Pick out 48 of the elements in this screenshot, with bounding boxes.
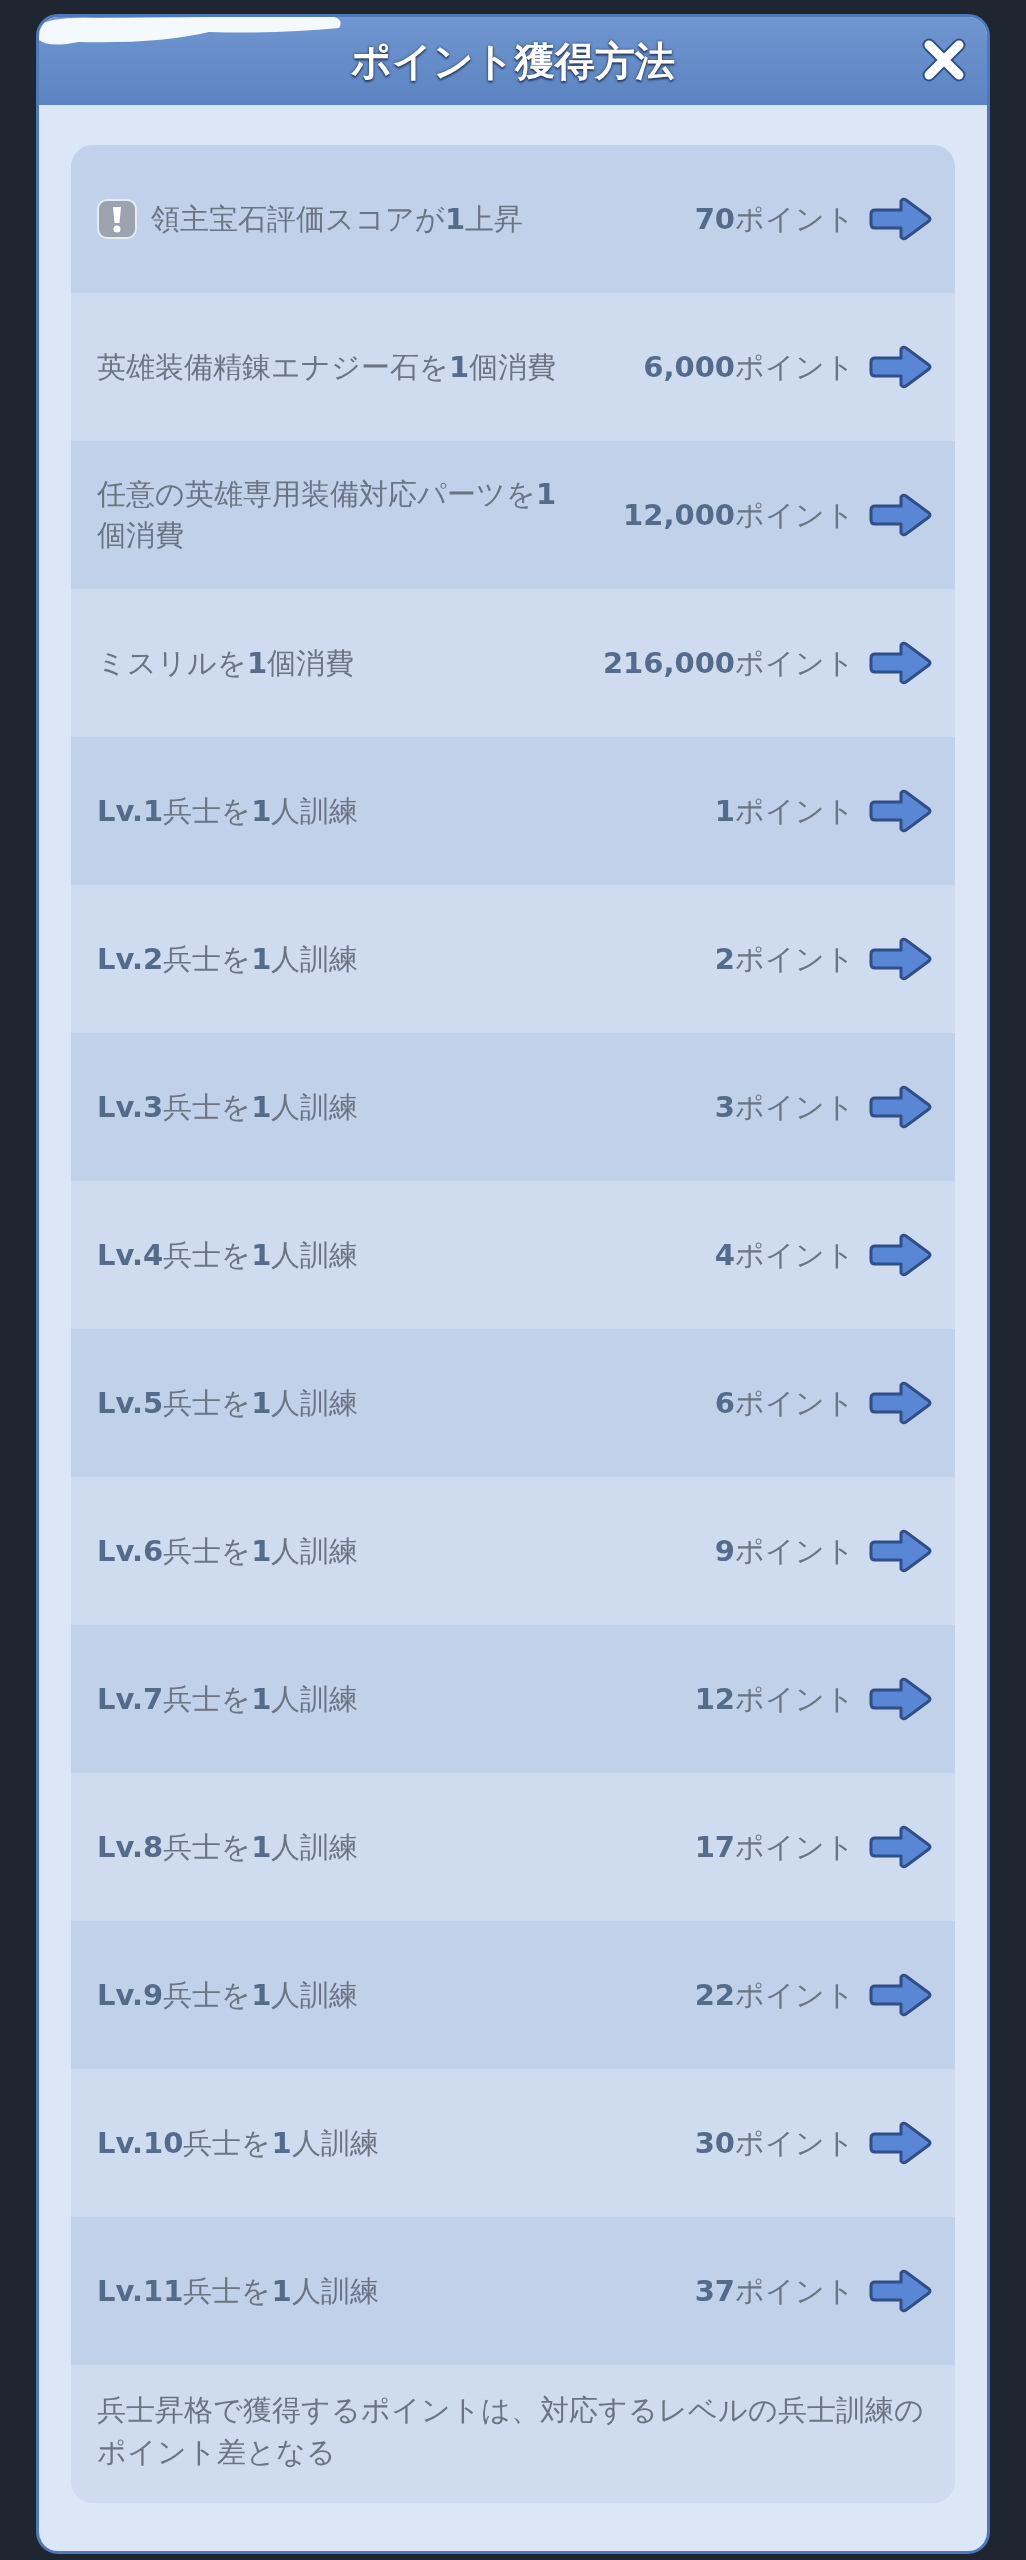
points-text: 216,000ポイント	[601, 644, 855, 682]
task-text: Lv.5兵士を1人訓練	[97, 1384, 360, 1422]
arrow-button[interactable]	[869, 1084, 933, 1130]
points-text: 37ポイント	[693, 2272, 855, 2310]
points-text: 6,000ポイント	[642, 348, 855, 386]
arrow-button[interactable]	[869, 1380, 933, 1426]
task-text: Lv.9兵士を1人訓練	[97, 1976, 360, 2014]
task-text: Lv.2兵士を1人訓練	[97, 940, 360, 978]
points-text: 12,000ポイント	[622, 496, 855, 534]
exclamation-icon	[97, 199, 137, 239]
points-text: 30ポイント	[693, 2124, 855, 2162]
task-text: Lv.4兵士を1人訓練	[97, 1236, 360, 1274]
arrow-button[interactable]	[869, 1676, 933, 1722]
task-text: 領主宝石評価スコアが1上昇	[151, 200, 525, 238]
task-text: Lv.6兵士を1人訓練	[97, 1532, 360, 1570]
points-text: 2ポイント	[713, 940, 855, 978]
dialog-title: ポイント獲得方法	[351, 37, 675, 86]
points-text: 6ポイント	[713, 1384, 855, 1422]
points-text: 1ポイント	[713, 792, 855, 830]
arrow-button[interactable]	[869, 788, 933, 834]
arrow-button[interactable]	[869, 1232, 933, 1278]
task-text: ミスリルを1個消費	[97, 644, 356, 682]
points-text: 17ポイント	[693, 1828, 855, 1866]
arrow-button[interactable]	[869, 1528, 933, 1574]
points-text: 4ポイント	[713, 1236, 855, 1274]
arrow-button[interactable]	[869, 492, 933, 538]
task-text: Lv.8兵士を1人訓練	[97, 1828, 360, 1866]
arrow-button[interactable]	[869, 1972, 933, 2018]
arrow-button[interactable]	[869, 936, 933, 982]
arrow-button[interactable]	[869, 1824, 933, 1870]
task-text: Lv.1兵士を1人訓練	[97, 792, 360, 830]
task-text: 任意の英雄専用装備対応パーツを1個消費	[97, 476, 558, 554]
points-text: 70ポイント	[693, 200, 855, 238]
task-text: 英雄装備精錬エナジー石を1個消費	[97, 348, 558, 386]
points-text: 22ポイント	[693, 1976, 855, 2014]
arrow-button[interactable]	[869, 196, 933, 242]
points-text: 9ポイント	[713, 1532, 855, 1570]
task-text: Lv.11兵士を1人訓練	[97, 2272, 380, 2310]
arrow-button[interactable]	[869, 2268, 933, 2314]
task-text: Lv.3兵士を1人訓練	[97, 1088, 360, 1126]
footnote-text: 兵士昇格で獲得するポイントは、対応するレベルの兵士訓練のポイント差となる	[97, 2393, 924, 2470]
task-text: Lv.10兵士を1人訓練	[97, 2124, 380, 2162]
arrow-button[interactable]	[869, 640, 933, 686]
task-text: Lv.7兵士を1人訓練	[97, 1680, 360, 1718]
arrow-button[interactable]	[869, 344, 933, 390]
points-text: 3ポイント	[713, 1088, 855, 1126]
points-text: 12ポイント	[693, 1680, 855, 1718]
arrow-button[interactable]	[869, 2120, 933, 2166]
